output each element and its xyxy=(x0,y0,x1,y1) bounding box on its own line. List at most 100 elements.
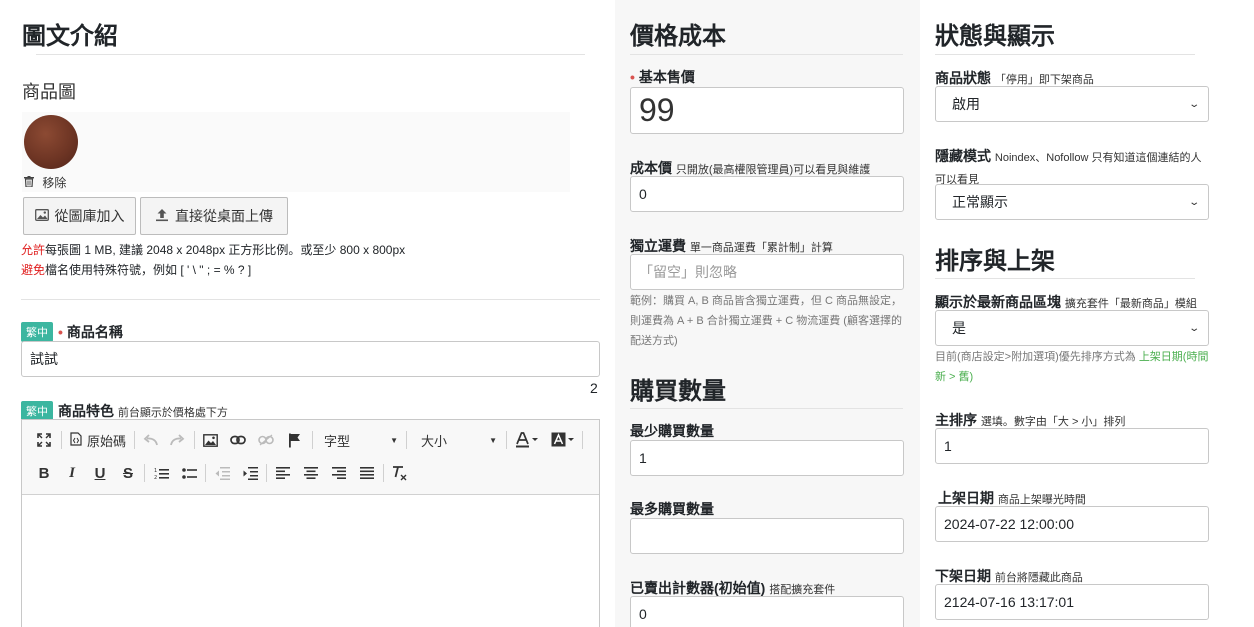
unpublish-date-input[interactable]: 2124-07-16 13:17:01 xyxy=(935,584,1209,620)
base-price-label-text: 基本售價 xyxy=(638,69,695,85)
outdent-icon[interactable] xyxy=(212,462,232,484)
cost-price-hint: 只開放(最高權限管理員)可以看見與維護 xyxy=(675,164,871,176)
italic-icon[interactable]: I xyxy=(62,462,82,484)
base-price-input[interactable]: 99 xyxy=(630,87,904,134)
newest-block-select[interactable]: 是 ⌄ xyxy=(935,310,1209,346)
publish-date-input[interactable]: 2024-07-22 12:00:00 xyxy=(935,506,1209,542)
source-code-button[interactable]: 原始碼 xyxy=(68,429,128,451)
bulleted-list-icon[interactable] xyxy=(179,462,199,484)
anchor-flag-icon[interactable] xyxy=(284,429,304,451)
divider xyxy=(630,408,903,409)
shipping-fee-note: 範例：購買 A, B 商品皆含獨立運費，但 C 商品無設定，則運費為 A + B… xyxy=(630,295,902,347)
allow-prefix: 允許 xyxy=(21,243,46,257)
strikethrough-icon[interactable]: S xyxy=(118,462,138,484)
avoid-prefix: 避免 xyxy=(21,263,46,277)
clear-format-icon[interactable] xyxy=(390,462,410,484)
max-qty-input[interactable] xyxy=(630,518,904,554)
intro-heading: 圖文介紹 xyxy=(22,23,118,50)
redo-icon[interactable] xyxy=(167,429,187,451)
min-qty-input[interactable]: 1 xyxy=(630,440,904,476)
align-justify-icon[interactable] xyxy=(357,462,377,484)
source-code-label: 原始碼 xyxy=(86,433,126,449)
editor-content-area[interactable] xyxy=(22,496,599,627)
rich-text-editor: 原始碼 字型 ▼ 大小 ▼ B I U S 1 2 xyxy=(21,419,600,627)
newest-block-label-text: 顯示於最新商品區塊 xyxy=(935,294,1061,310)
indent-icon[interactable] xyxy=(240,462,260,484)
divider xyxy=(935,54,1195,55)
main-sort-label-text: 主排序 xyxy=(935,412,977,428)
dropdown-caret-icon: ▼ xyxy=(390,435,398,445)
undo-icon[interactable] xyxy=(140,429,160,451)
product-feature-label: 繁中 商品特色 前台顯示於價格處下方 xyxy=(21,401,228,421)
newest-block-value: 是 xyxy=(952,320,966,336)
product-feature-hint: 前台顯示於價格處下方 xyxy=(117,407,228,419)
allow-note: 允許每張圖 1 MB, 建議 2048 x 2048px 正方形比例。或至少 8… xyxy=(21,241,405,258)
font-family-select[interactable]: 字型 ▼ xyxy=(320,429,400,451)
background-color-icon[interactable] xyxy=(549,429,577,451)
sold-counter-label-text: 已賣出計數器(初始值) xyxy=(630,580,766,596)
shipping-fee-label-text: 獨立運費 xyxy=(630,238,686,254)
underline-icon[interactable]: U xyxy=(90,462,110,484)
add-from-library-label: 從圖庫加入 xyxy=(54,208,125,224)
bold-icon[interactable]: B xyxy=(34,462,54,484)
font-size-label: 大小 xyxy=(421,433,448,449)
product-status-select[interactable]: 啟用 ⌄ xyxy=(935,86,1209,122)
main-sort-input[interactable]: 1 xyxy=(935,428,1209,464)
add-from-library-button[interactable]: 從圖庫加入 xyxy=(23,197,136,235)
remove-label: 移除 xyxy=(42,176,67,190)
allow-text: 每張圖 1 MB, 建議 2048 x 2048px 正方形比例。或至少 800… xyxy=(45,243,406,257)
link-icon[interactable] xyxy=(227,429,249,451)
main-sort-hint: 選填。數字由「大 > 小」排列 xyxy=(980,416,1126,428)
image-icon xyxy=(34,208,49,224)
lang-badge: 繁中 xyxy=(21,322,53,342)
source-code-icon xyxy=(70,431,82,449)
char-count: 2 xyxy=(590,380,598,396)
svg-text:1: 1 xyxy=(154,468,157,474)
required-marker: • xyxy=(58,324,63,340)
divider xyxy=(630,54,903,55)
remove-image-button[interactable]: 移除 xyxy=(24,174,66,191)
svg-text:2: 2 xyxy=(154,475,157,480)
sold-counter-label: 已賣出計數器(初始值) 搭配擴充套件 xyxy=(630,578,835,598)
unlink-icon[interactable] xyxy=(255,429,277,451)
price-heading: 價格成本 xyxy=(630,23,726,50)
sort-method-note: 目前(商店設定>附加選項)優先排序方式為 上架日期(時間新 > 舊) xyxy=(935,347,1210,387)
unpublish-date-hint: 前台將隱藏此商品 xyxy=(994,572,1083,584)
product-status-hint: 「停用」即下架商品 xyxy=(994,74,1094,86)
hidden-mode-select[interactable]: 正常顯示 ⌄ xyxy=(935,184,1209,220)
page-scrollbar[interactable] xyxy=(1240,0,1254,627)
font-size-select[interactable]: 大小 ▼ xyxy=(417,429,499,451)
upload-from-desktop-button[interactable]: 直接從桌面上傳 xyxy=(140,197,288,235)
product-image[interactable] xyxy=(24,115,78,169)
insert-image-icon[interactable] xyxy=(200,429,220,451)
numbered-list-icon[interactable]: 12 xyxy=(151,462,171,484)
sort-heading: 排序與上架 xyxy=(935,248,1055,275)
upload-from-desktop-label: 直接從桌面上傳 xyxy=(175,208,273,224)
toolbar-separator xyxy=(406,431,407,449)
unpublish-date-label-text: 下架日期 xyxy=(935,568,991,584)
sold-counter-input[interactable]: 0 xyxy=(630,596,904,627)
align-right-icon[interactable] xyxy=(329,462,349,484)
text-color-icon[interactable] xyxy=(513,429,541,451)
shipping-fee-input[interactable]: 「留空」則忽略 xyxy=(630,254,904,290)
publish-date-label-text: 上架日期 xyxy=(938,490,994,506)
chevron-down-icon: ⌄ xyxy=(1187,196,1200,208)
max-qty-label: 最多購買數量 xyxy=(630,501,714,517)
editor-toolbar: 原始碼 字型 ▼ 大小 ▼ B I U S 1 2 xyxy=(22,420,599,495)
fullscreen-icon[interactable] xyxy=(34,429,54,451)
newest-block-label: 顯示於最新商品區塊 擴充套件「最新商品」模組 xyxy=(935,292,1197,312)
toolbar-separator xyxy=(205,464,206,482)
align-left-icon[interactable] xyxy=(273,462,293,484)
align-center-icon[interactable] xyxy=(301,462,321,484)
cost-price-label-text: 成本價 xyxy=(630,160,672,176)
product-name-label-text: 商品名稱 xyxy=(66,324,123,340)
hidden-mode-label-text: 隱藏模式 xyxy=(935,148,991,164)
product-feature-label-text: 商品特色 xyxy=(58,403,114,419)
product-name-input[interactable]: 試試 xyxy=(21,341,600,377)
image-strip xyxy=(22,112,570,192)
chevron-down-icon: ⌄ xyxy=(1187,98,1200,110)
base-price-label: • 基本售價 xyxy=(630,67,695,87)
cost-price-input[interactable]: 0 xyxy=(630,176,904,212)
toolbar-separator xyxy=(383,464,384,482)
price-column: 價格成本 • 基本售價 99 成本價 只開放(最高權限管理員)可以看見與維護 0 … xyxy=(615,0,920,627)
